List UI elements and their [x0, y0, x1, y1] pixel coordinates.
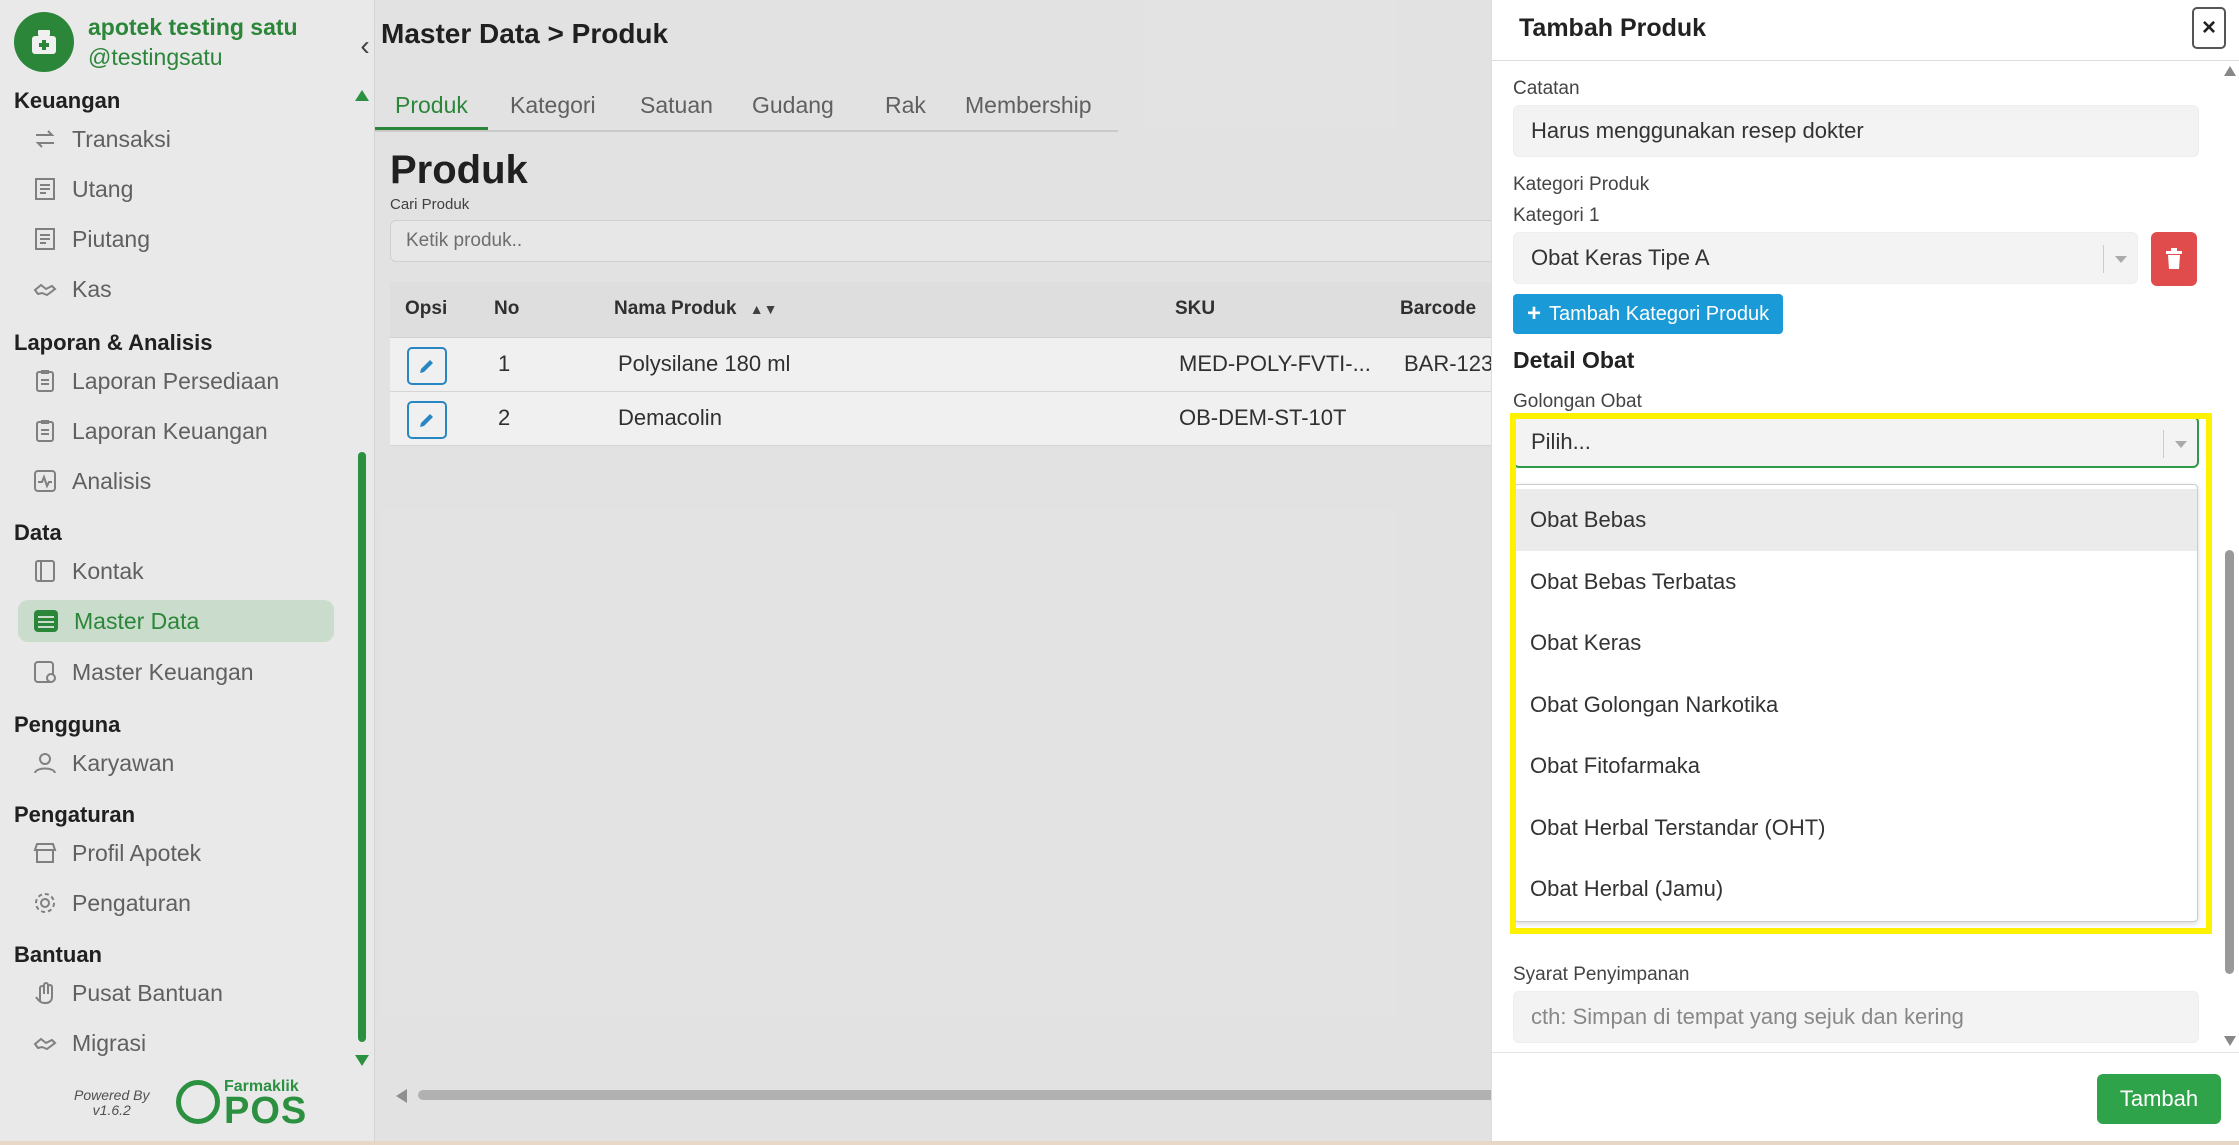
app-window: apotek testing satu @testingsatu ‹ Keuan… — [0, 0, 2239, 1145]
scroll-down-arrow-icon[interactable] — [2224, 1036, 2236, 1046]
plus-icon: + — [1527, 300, 1542, 327]
close-icon[interactable]: × — [2192, 7, 2226, 49]
detail-obat-heading: Detail Obat — [1513, 347, 1635, 373]
catatan-label: Catatan — [1513, 78, 1580, 99]
chevron-down-icon[interactable] — [2163, 430, 2197, 458]
drawer-footer: Tambah — [1492, 1052, 2239, 1145]
catatan-field[interactable]: Harus menggunakan resep dokter — [1513, 105, 2199, 157]
tambah-button[interactable]: Tambah — [2097, 1074, 2221, 1124]
golongan-obat-label: Golongan Obat — [1513, 391, 1642, 412]
add-product-drawer: Tambah Produk × Catatan Harus menggunaka… — [1491, 0, 2239, 1145]
drawer-scrollbar[interactable] — [2222, 62, 2238, 1052]
dropdown-option[interactable]: Obat Fitofarmaka — [1515, 735, 2197, 797]
trash-icon — [2166, 248, 2182, 269]
delete-kategori-button[interactable] — [2151, 232, 2197, 286]
window-bottom-border — [0, 1141, 2239, 1145]
drawer-body: Catatan Harus menggunakan resep dokter K… — [1492, 62, 2239, 1052]
syarat-penyimpanan-field[interactable]: cth: Simpan di tempat yang sejuk dan ker… — [1513, 991, 2199, 1043]
kategori-produk-label: Kategori Produk — [1513, 174, 1650, 195]
syarat-penyimpanan-label: Syarat Penyimpanan — [1513, 964, 1690, 985]
kategori-1-label: Kategori 1 — [1513, 205, 1600, 226]
dropdown-option[interactable]: Obat Herbal (Jamu) — [1515, 858, 2197, 920]
kategori-1-value: Obat Keras Tipe A — [1531, 245, 1710, 270]
add-kategori-button[interactable]: + Tambah Kategori Produk — [1513, 294, 1784, 334]
golongan-obat-select[interactable]: Pilih... — [1513, 416, 2199, 468]
dropdown-option[interactable]: Obat Bebas — [1515, 489, 2197, 551]
drawer-title: Tambah Produk — [1519, 14, 1707, 42]
drawer-header: Tambah Produk × — [1492, 0, 2239, 61]
modal-backdrop[interactable] — [0, 0, 1491, 1145]
golongan-obat-dropdown-menu: Obat Bebas Obat Bebas Terbatas Obat Kera… — [1514, 484, 2198, 922]
scroll-up-arrow-icon[interactable] — [2224, 66, 2236, 76]
kategori-1-select[interactable]: Obat Keras Tipe A — [1513, 232, 2138, 284]
chevron-down-icon[interactable] — [2103, 245, 2137, 273]
add-kategori-label: Tambah Kategori Produk — [1549, 302, 1770, 325]
dropdown-option[interactable]: Obat Herbal Terstandar (OHT) — [1515, 797, 2197, 859]
dropdown-option[interactable]: Obat Bebas Terbatas — [1515, 551, 2197, 613]
golongan-obat-value: Pilih... — [1531, 429, 1591, 454]
dropdown-option[interactable]: Obat Golongan Narkotika — [1515, 674, 2197, 736]
drawer-scrollbar-thumb[interactable] — [2225, 550, 2234, 974]
dropdown-option[interactable]: Obat Keras — [1515, 612, 2197, 674]
